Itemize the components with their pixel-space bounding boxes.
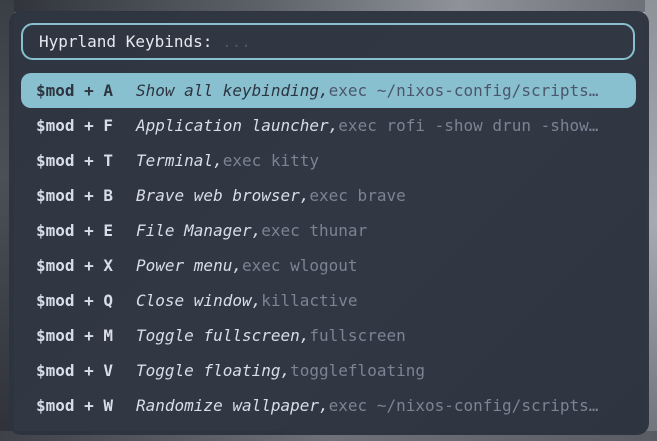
keybind-key: $mod + B: [36, 186, 114, 205]
keybind-description: Randomize wallpaper,: [136, 396, 329, 415]
keybind-command: exec kitty: [222, 151, 320, 170]
search-placeholder: ...: [222, 32, 251, 51]
keybind-command: exec wlogout: [241, 256, 358, 275]
list-item[interactable]: $mod + X Power menu, exec wlogout: [21, 248, 636, 283]
keybind-key: $mod + Q: [36, 291, 114, 310]
list-item[interactable]: $mod + T Terminal, exec kitty: [21, 143, 636, 178]
list-item[interactable]: $mod + Q Close window, killactive: [21, 283, 636, 318]
keybinds-launcher-window: Hyprland Keybinds: ... $mod + A Show all…: [9, 11, 649, 435]
list-item[interactable]: $mod + M Toggle fullscreen, fullscreen: [21, 318, 636, 353]
keybind-description: Power menu,: [136, 256, 242, 275]
list-item[interactable]: $mod + E File Manager, exec thunar: [21, 213, 636, 248]
keybind-description: File Manager,: [136, 221, 262, 240]
keybind-command: exec brave: [309, 186, 406, 205]
list-item[interactable]: $mod + F Application launcher, exec rofi…: [21, 108, 636, 143]
keybind-command: togglefloating: [290, 361, 425, 380]
keybind-key: $mod + F: [36, 116, 114, 135]
keybind-key: $mod + A: [36, 81, 114, 100]
keybind-list: $mod + A Show all keybinding, exec ~/nix…: [21, 73, 636, 423]
keybind-key: $mod + T: [36, 151, 114, 170]
keybind-key: $mod + M: [36, 326, 114, 345]
keybind-description: Show all keybinding,: [136, 81, 329, 100]
keybind-description: Brave web browser,: [136, 186, 310, 205]
keybind-command: killactive: [261, 291, 358, 310]
keybind-key: $mod + W: [36, 396, 114, 415]
list-item[interactable]: $mod + W Randomize wallpaper, exec ~/nix…: [21, 388, 636, 423]
keybind-command: exec rofi -show drun -show…: [338, 116, 599, 135]
keybind-key: $mod + E: [36, 221, 114, 240]
keybind-description: Application launcher,: [136, 116, 339, 135]
list-item[interactable]: $mod + B Brave web browser, exec brave: [21, 178, 636, 213]
keybind-command: exec ~/nixos-config/scripts…: [328, 396, 599, 415]
keybind-command: exec thunar: [261, 221, 368, 240]
search-input[interactable]: Hyprland Keybinds: ...: [21, 23, 635, 60]
keybind-description: Toggle fullscreen,: [136, 326, 310, 345]
list-item[interactable]: $mod + A Show all keybinding, exec ~/nix…: [21, 73, 636, 108]
keybind-key: $mod + X: [36, 256, 114, 275]
search-prompt: Hyprland Keybinds:: [39, 32, 213, 51]
keybind-description: Close window,: [136, 291, 262, 310]
keybind-description: Terminal,: [136, 151, 223, 170]
list-item[interactable]: $mod + V Toggle floating, togglefloating: [21, 353, 636, 388]
keybind-key: $mod + V: [36, 361, 114, 380]
keybind-command: fullscreen: [309, 326, 406, 345]
keybind-command: exec ~/nixos-config/scripts…: [328, 81, 599, 100]
keybind-description: Toggle floating,: [136, 361, 291, 380]
